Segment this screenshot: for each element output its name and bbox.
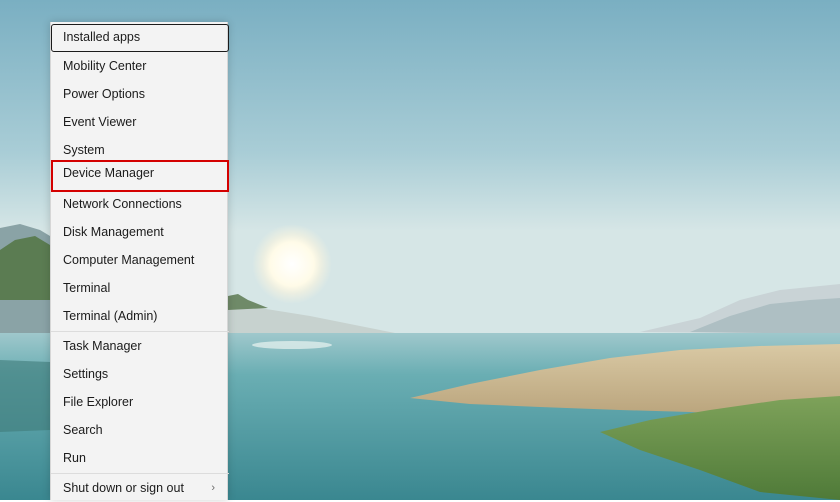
menu-item-network-connections[interactable]: Network Connections (51, 190, 229, 218)
menu-item-event-viewer[interactable]: Event Viewer (51, 108, 229, 136)
menu-item-label: Terminal (Admin) (63, 309, 158, 323)
menu-item-power-options[interactable]: Power Options (51, 80, 229, 108)
menu-item-label: Search (63, 423, 103, 437)
menu-item-terminal-admin[interactable]: Terminal (Admin) (51, 302, 229, 330)
menu-item-label: Device Manager (63, 166, 155, 180)
sun-reflection (252, 341, 332, 349)
menu-item-task-manager[interactable]: Task Manager (51, 332, 229, 360)
menu-item-label: Network Connections (63, 197, 182, 211)
menu-item-computer-management[interactable]: Computer Management (51, 246, 229, 274)
menu-item-label: Disk Management (63, 225, 164, 239)
menu-item-label: Task Manager (63, 339, 142, 353)
menu-item-label: Computer Management (63, 253, 195, 267)
menu-item-label: File Explorer (63, 395, 134, 409)
menu-item-label: Terminal (63, 281, 111, 295)
menu-item-label: Installed apps (63, 30, 141, 44)
left-reflection (0, 360, 50, 432)
menu-item-label: Power Options (63, 87, 145, 101)
menu-item-settings[interactable]: Settings (51, 360, 229, 388)
menu-item-search[interactable]: Search (51, 416, 229, 444)
menu-item-label: Event Viewer (63, 115, 137, 129)
menu-item-run[interactable]: Run (51, 444, 229, 472)
menu-item-label: Mobility Center (63, 59, 147, 73)
winx-context-menu: Installed apps Mobility Center Power Opt… (50, 22, 229, 502)
menu-item-label: System (63, 143, 105, 157)
menu-item-label: Shut down or sign out (63, 481, 184, 495)
menu-item-file-explorer[interactable]: File Explorer (51, 388, 229, 416)
menu-item-installed-apps[interactable]: Installed apps (51, 24, 229, 52)
menu-item-terminal[interactable]: Terminal (51, 274, 229, 302)
chevron-right-icon: › (211, 482, 215, 494)
menu-item-disk-management[interactable]: Disk Management (51, 218, 229, 246)
menu-item-label: Run (63, 451, 86, 465)
left-trees (0, 236, 50, 300)
menu-item-device-manager[interactable]: Device Manager (51, 160, 229, 192)
sun (252, 224, 332, 304)
menu-item-mobility-center[interactable]: Mobility Center (51, 52, 229, 80)
menu-item-shut-down-or-sign-out[interactable]: Shut down or sign out › (51, 474, 229, 502)
menu-item-label: Settings (63, 367, 109, 381)
